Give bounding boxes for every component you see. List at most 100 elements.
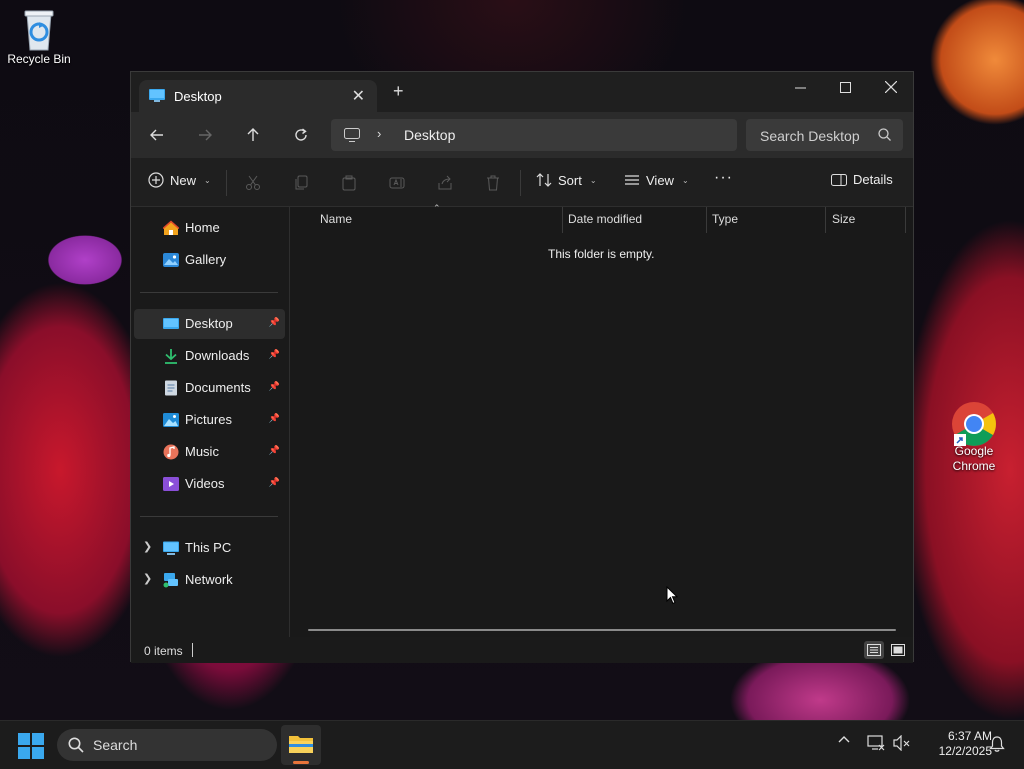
sidebar-item-label: Pictures <box>185 412 232 427</box>
sort-button[interactable]: Sort ⌄ <box>536 172 597 188</box>
new-label: New <box>170 172 197 188</box>
title-bar[interactable]: Desktop ✕ + <box>131 72 913 112</box>
sidebar-item-home[interactable]: Home <box>134 213 285 243</box>
chevron-right-icon[interactable]: › <box>377 126 381 141</box>
new-button[interactable]: New ⌄ <box>148 172 211 188</box>
status-bar: 0 items <box>131 637 913 663</box>
sidebar-item-documents[interactable]: Documents 📌 <box>134 373 285 403</box>
cut-button[interactable] <box>244 174 262 192</box>
sort-label: Sort <box>558 172 582 188</box>
arrow-left-icon <box>150 129 163 141</box>
taskbar-search[interactable]: Search <box>57 729 277 761</box>
back-button[interactable] <box>146 124 168 146</box>
large-icons-view-button[interactable] <box>888 641 908 659</box>
sidebar-item-gallery[interactable]: Gallery <box>134 245 285 275</box>
sidebar-item-downloads[interactable]: Downloads 📌 <box>134 341 285 371</box>
refresh-button[interactable] <box>290 124 312 146</box>
start-button[interactable] <box>18 733 44 759</box>
breadcrumb-desktop[interactable]: Desktop <box>404 127 455 143</box>
pin-icon[interactable]: 📌 <box>269 381 280 392</box>
tab-desktop[interactable]: Desktop ✕ <box>139 80 377 112</box>
refresh-icon <box>295 128 307 141</box>
sidebar-item-label: Network <box>185 572 233 587</box>
horizontal-scrollbar[interactable] <box>308 629 896 631</box>
network-status-button[interactable] <box>867 735 885 754</box>
clipboard-icon <box>342 175 356 191</box>
desktop-icon-label: Google Chrome <box>952 444 996 473</box>
pin-icon[interactable]: 📌 <box>269 413 280 424</box>
details-button[interactable]: Details <box>831 172 893 187</box>
copy-button[interactable] <box>292 174 310 192</box>
column-divider[interactable] <box>706 207 707 233</box>
pictures-icon <box>163 413 179 427</box>
view-label: View <box>646 172 674 188</box>
search-icon <box>68 737 84 753</box>
column-header-type[interactable]: Type <box>712 212 738 226</box>
close-tab-icon[interactable]: ✕ <box>352 86 365 106</box>
sort-ascending-icon: ⌃ <box>433 203 441 213</box>
clock-time: 6:37 AM <box>947 729 992 743</box>
chevron-right-icon[interactable]: ❯ <box>143 540 152 553</box>
sidebar-item-this-pc[interactable]: ❯ This PC <box>134 533 285 563</box>
maximize-button[interactable] <box>822 72 868 102</box>
sidebar-item-label: Desktop <box>185 316 233 331</box>
chevron-up-icon <box>838 736 850 743</box>
sidebar-item-label: Downloads <box>185 348 250 363</box>
pin-icon[interactable]: 📌 <box>269 349 280 360</box>
column-divider[interactable] <box>825 207 826 233</box>
column-divider[interactable] <box>905 207 906 233</box>
arrow-right-icon <box>199 129 212 141</box>
volume-button[interactable] <box>893 734 911 754</box>
pin-icon[interactable]: 📌 <box>269 445 280 456</box>
sidebar-item-desktop[interactable]: Desktop 📌 <box>134 309 285 339</box>
taskbar-file-explorer[interactable] <box>281 725 321 765</box>
desktop-icon-recycle-bin[interactable]: Recycle Bin <box>4 8 74 66</box>
sidebar-item-pictures[interactable]: Pictures 📌 <box>134 405 285 435</box>
forward-button[interactable] <box>194 124 216 146</box>
divider <box>140 516 278 517</box>
sidebar-item-music[interactable]: Music 📌 <box>134 437 285 467</box>
column-header-name[interactable]: Name <box>320 212 352 226</box>
sort-icon <box>536 173 552 187</box>
more-options-button[interactable]: ··· <box>714 169 733 187</box>
column-divider[interactable] <box>562 207 563 233</box>
volume-muted-icon <box>893 734 910 752</box>
active-app-indicator <box>293 761 309 764</box>
taskbar: Search 6:37 AM 12/2/2025 <box>0 720 1024 769</box>
monitor-icon <box>344 128 360 142</box>
desktop-icon-google-chrome[interactable]: Google Chrome <box>939 400 1009 474</box>
file-list-pane[interactable]: ⌃ Name Date modified Type Size This fold… <box>290 203 915 637</box>
sidebar-item-network[interactable]: ❯ Network <box>134 565 285 595</box>
navigation-bar: › Desktop <box>131 112 913 158</box>
delete-button[interactable] <box>484 174 502 192</box>
rename-button[interactable] <box>388 174 406 192</box>
system-clock[interactable]: 6:37 AM 12/2/2025 <box>918 729 992 759</box>
sidebar-item-label: Videos <box>185 476 225 491</box>
file-explorer-window: Desktop ✕ + › Desktop Search Desktop New… <box>130 71 915 663</box>
pin-icon[interactable]: 📌 <box>269 317 280 328</box>
search-input[interactable] <box>746 119 882 153</box>
pin-icon[interactable]: 📌 <box>269 477 280 488</box>
paste-button[interactable] <box>340 174 358 192</box>
view-button[interactable]: View ⌄ <box>624 172 689 188</box>
details-view-button[interactable] <box>864 641 884 659</box>
gallery-icon <box>163 253 179 267</box>
up-button[interactable] <box>242 124 264 146</box>
file-explorer-icon <box>289 736 313 753</box>
sidebar-item-videos[interactable]: Videos 📌 <box>134 469 285 499</box>
this-pc-icon <box>163 541 179 555</box>
close-window-button[interactable] <box>868 72 914 102</box>
column-header-date-modified[interactable]: Date modified <box>568 212 642 226</box>
chevron-right-icon[interactable]: ❯ <box>143 572 152 585</box>
shortcut-arrow-icon <box>954 434 966 446</box>
address-bar[interactable]: › Desktop <box>331 119 737 151</box>
minimize-button[interactable] <box>777 72 823 102</box>
column-header-size[interactable]: Size <box>832 212 855 226</box>
share-button[interactable] <box>436 174 454 192</box>
search-box[interactable] <box>746 119 903 153</box>
details-pane-icon <box>831 173 847 186</box>
new-tab-button[interactable]: + <box>393 82 404 100</box>
status-divider <box>192 643 193 657</box>
notifications-button[interactable] <box>989 735 1005 756</box>
show-hidden-icons-button[interactable] <box>838 734 850 749</box>
